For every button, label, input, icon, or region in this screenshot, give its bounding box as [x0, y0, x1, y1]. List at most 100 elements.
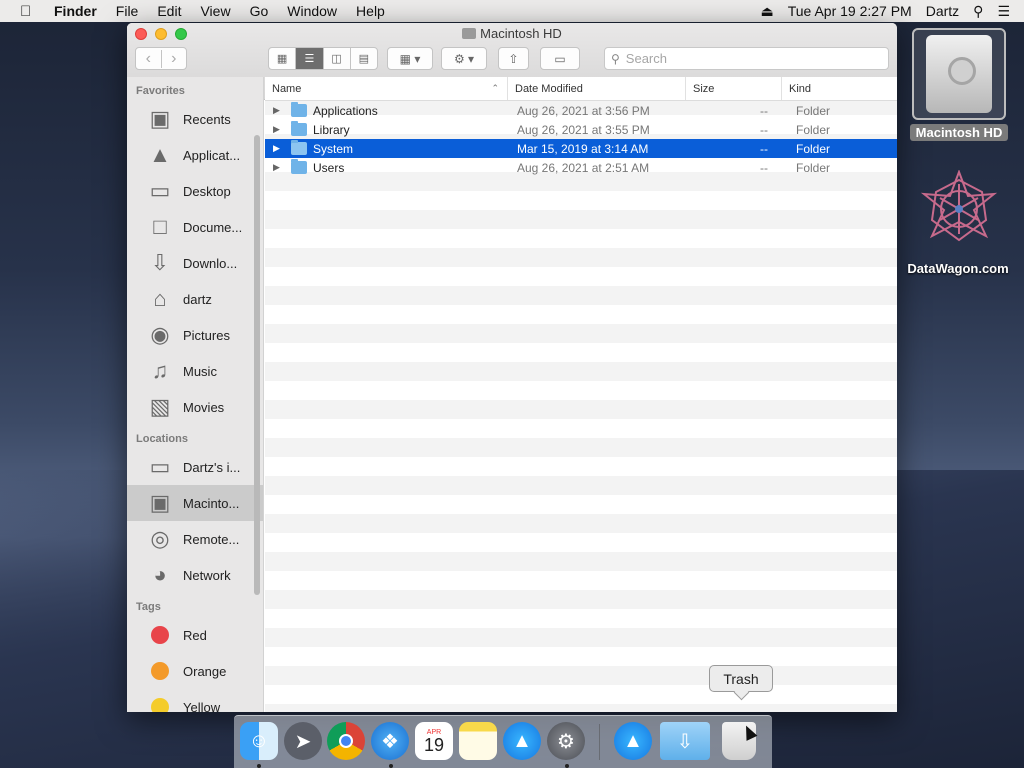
sidebar-item-applications[interactable]: ▲ Applicat...: [127, 137, 263, 173]
menu-window[interactable]: Window: [287, 3, 337, 19]
apple-menu-icon[interactable]: : [20, 3, 36, 20]
clock[interactable]: Tue Apr 19 2:27 PM: [788, 3, 912, 19]
share-button[interactable]: ⇧: [498, 47, 529, 70]
menu-file[interactable]: File: [116, 3, 139, 19]
system-preferences-icon[interactable]: ⚙: [547, 722, 585, 760]
desktop-datawagon-label[interactable]: DataWagon.com: [896, 261, 1020, 276]
hard-disk-icon: [462, 28, 477, 39]
disclosure-triangle-icon[interactable]: ▶: [273, 162, 291, 173]
view-mode-buttons: ▦ ☰ ◫ ▤: [268, 47, 378, 70]
sidebar: Favorites ▣ Recents ▲ Applicat... ▭ Desktop…: [127, 77, 264, 712]
yellow-tag-icon: [151, 698, 169, 712]
sidebar-section-tags: Tags: [136, 601, 161, 613]
sidebar-item-recents[interactable]: ▣ Recents: [127, 101, 263, 137]
back-button[interactable]: ‹: [136, 49, 162, 68]
sidebar-tag-red[interactable]: Red: [127, 617, 263, 653]
notification-center-icon[interactable]: ☰: [997, 3, 1010, 20]
menu-edit[interactable]: Edit: [157, 3, 181, 19]
notes-icon[interactable]: [459, 722, 497, 760]
disc-icon: ◎: [150, 526, 170, 551]
home-icon: ⌂: [153, 286, 167, 311]
sidebar-item-macintosh-hd[interactable]: ▣ Macinto...: [127, 485, 263, 521]
folder-icon: [291, 102, 307, 117]
hard-disk-icon: [926, 35, 992, 113]
sidebar-tag-yellow[interactable]: Yellow: [127, 689, 263, 712]
dock: ☺ ➤ ❖ APR 19 ▲ ⚙ ▲ ⇩: [234, 715, 772, 768]
action-gear-button[interactable]: ⚙ ▾: [441, 47, 487, 70]
dock-separator: [599, 724, 600, 760]
sidebar-item-pictures[interactable]: ◉ Pictures: [127, 317, 263, 353]
menu-bar:  Finder File Edit View Go Window Help ⏏…: [0, 0, 1024, 22]
menu-view[interactable]: View: [200, 3, 230, 19]
disclosure-triangle-icon[interactable]: ▶: [273, 124, 291, 135]
finder-window: Macintosh HD ‹ › ▦ ☰ ◫ ▤ ▦ ▾ ⚙ ▾ ⇧ ▭ ⚲ S…: [127, 23, 897, 712]
camera-icon: ◉: [150, 322, 170, 347]
menu-go[interactable]: Go: [250, 3, 269, 19]
imac-icon: ▭: [149, 454, 171, 479]
search-field[interactable]: ⚲ Search: [604, 47, 889, 70]
sidebar-scrollbar[interactable]: [254, 135, 260, 595]
safari-icon[interactable]: ❖: [371, 722, 409, 760]
column-view-button[interactable]: ◫: [324, 48, 351, 69]
list-header: Name ⌃ Date Modified Size Kind: [265, 77, 897, 101]
tag-button[interactable]: ▭: [540, 47, 580, 70]
disclosure-triangle-icon[interactable]: ▶: [273, 143, 291, 154]
spotlight-search-icon[interactable]: ⚲: [973, 3, 983, 20]
sidebar-tag-orange[interactable]: Orange: [127, 653, 263, 689]
film-icon: ▧: [149, 394, 171, 419]
app-store-icon[interactable]: ▲: [614, 722, 652, 760]
sidebar-section-favorites: Favorites: [136, 85, 185, 97]
forward-button[interactable]: ›: [162, 50, 187, 68]
chrome-icon[interactable]: [327, 722, 365, 760]
sidebar-item-imac[interactable]: ▭ Dartz's i...: [127, 449, 263, 485]
downloads-folder-icon[interactable]: ⇩: [660, 722, 710, 760]
sidebar-item-downloads[interactable]: ⇩ Downlo...: [127, 245, 263, 281]
column-header-date-modified[interactable]: Date Modified: [508, 77, 686, 100]
desktop-macintosh-hd-icon[interactable]: [912, 28, 1006, 120]
music-icon: ♫: [151, 358, 169, 383]
sidebar-item-network[interactable]: ◕ Network: [127, 557, 263, 593]
navigation-buttons: ‹ ›: [135, 47, 187, 70]
menu-app-finder[interactable]: Finder: [54, 3, 97, 19]
file-row-system[interactable]: ▶ System Mar 15, 2019 at 3:14 AM -- Folde…: [265, 139, 897, 158]
datawagon-logo-icon[interactable]: [920, 170, 998, 248]
file-row-users[interactable]: ▶ Users Aug 26, 2021 at 2:51 AM -- Folder: [265, 158, 897, 177]
folder-icon: [291, 140, 307, 155]
column-header-kind[interactable]: Kind: [782, 77, 897, 100]
dock-tooltip: Trash: [709, 665, 773, 692]
sidebar-item-remote-disc[interactable]: ◎ Remote...: [127, 521, 263, 557]
orange-tag-icon: [151, 662, 169, 680]
sidebar-item-documents[interactable]: □ Docume...: [127, 209, 263, 245]
applications-icon: ▲: [149, 142, 171, 167]
search-icon: ⚲: [611, 51, 620, 66]
finder-icon[interactable]: ☺: [240, 722, 278, 760]
hard-disk-icon: ▣: [149, 490, 171, 515]
folder-icon: [291, 159, 307, 174]
icon-view-button[interactable]: ▦: [269, 48, 297, 69]
launchpad-icon[interactable]: ➤: [284, 722, 322, 760]
group-by-button[interactable]: ▦ ▾: [387, 47, 433, 70]
running-indicator: [389, 764, 393, 768]
column-header-size[interactable]: Size: [686, 77, 782, 100]
sidebar-item-desktop[interactable]: ▭ Desktop: [127, 173, 263, 209]
gallery-view-button[interactable]: ▤: [351, 48, 377, 69]
sort-ascending-icon: ⌃: [491, 83, 499, 93]
download-icon: ⇩: [150, 250, 170, 275]
app-store-icon[interactable]: ▲: [503, 722, 541, 760]
eject-icon[interactable]: ⏏: [760, 3, 773, 20]
calendar-icon[interactable]: APR 19: [415, 722, 453, 760]
file-row-applications[interactable]: ▶ Applications Aug 26, 2021 at 3:56 PM --…: [265, 101, 897, 120]
list-view-button[interactable]: ☰: [296, 48, 324, 69]
file-row-library[interactable]: ▶ Library Aug 26, 2021 at 3:55 PM -- Fold…: [265, 120, 897, 139]
sidebar-item-movies[interactable]: ▧ Movies: [127, 389, 263, 425]
disclosure-triangle-icon[interactable]: ▶: [273, 105, 291, 116]
sidebar-section-locations: Locations: [136, 433, 188, 445]
sidebar-item-home[interactable]: ⌂ dartz: [127, 281, 263, 317]
column-header-name[interactable]: Name ⌃: [265, 77, 508, 100]
user-menu[interactable]: Dartz: [926, 3, 959, 19]
sidebar-item-music[interactable]: ♫ Music: [127, 353, 263, 389]
red-tag-icon: [151, 626, 169, 644]
desktop-macintosh-hd-label[interactable]: Macintosh HD: [910, 124, 1008, 141]
running-indicator: [257, 764, 261, 768]
menu-help[interactable]: Help: [356, 3, 385, 19]
